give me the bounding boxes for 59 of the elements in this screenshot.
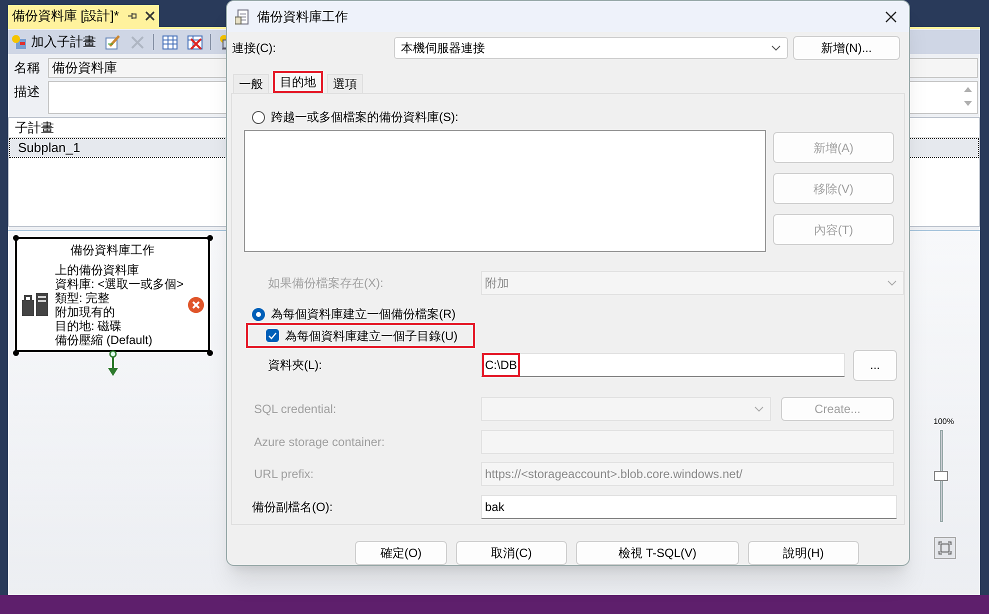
tab[interactable]: 選項	[327, 74, 363, 93]
task-title: 備份資料庫工作	[70, 242, 156, 259]
add-subplan-button[interactable]: 加入子計畫	[10, 32, 97, 52]
field-label: 如果備份檔案存在(X):	[268, 275, 384, 292]
field-label: Azure storage container:	[254, 434, 386, 451]
zoom-thumb[interactable]	[934, 471, 948, 481]
pin-icon	[126, 11, 137, 21]
field-label: 資料夾(L):	[268, 357, 323, 374]
checkbox-label: 為每個資料庫建立一個子目錄(U)	[285, 328, 458, 344]
delete-icon	[129, 34, 146, 50]
document-tab[interactable]: 備份資料庫 [設計]*	[8, 5, 159, 27]
new-connection-button[interactable]: 新增(N)...	[793, 36, 900, 60]
task-detail: 附加現有的	[55, 305, 116, 319]
connection-label: 連接(C):	[232, 40, 277, 57]
resize-handle[interactable]	[13, 235, 19, 241]
cancel-button[interactable]: 取消(C)	[456, 541, 567, 565]
name-label: 名稱	[13, 59, 41, 78]
window-title: 備份資料庫工作	[257, 8, 348, 26]
fit-icon	[938, 541, 952, 555]
connection-dropdown[interactable]: 本機伺服器連接	[394, 37, 788, 59]
task-detail: 資料庫: <選取一或多個>	[55, 277, 184, 291]
chevron-down-icon	[771, 45, 781, 51]
zoom-label: 100%	[934, 416, 954, 428]
calendar-delete-icon	[186, 34, 203, 50]
chevron-down-icon	[887, 280, 897, 286]
document-icon	[235, 8, 249, 24]
task-detail: 上的備份資料庫	[55, 263, 140, 277]
help-button[interactable]: 說明(H)	[748, 541, 859, 565]
chevron-down-icon	[754, 406, 764, 412]
task-detail: 備份壓縮 (Default)	[55, 333, 154, 347]
radio-button[interactable]	[252, 308, 265, 320]
zoom-track[interactable]	[934, 430, 948, 522]
add-subplan-icon	[11, 34, 28, 50]
view-tsql-button[interactable]: 檢視 T-SQL(V)	[576, 541, 739, 565]
field-label: SQL credential:	[254, 401, 338, 418]
resize-handle[interactable]	[207, 235, 213, 241]
browse-button[interactable]: ...	[853, 350, 897, 380]
description-label: 描述	[13, 83, 41, 101]
extension-field[interactable]: bak	[481, 495, 897, 519]
field-label: 備份副檔名(O):	[252, 499, 334, 516]
tab[interactable]: 目的地	[273, 71, 323, 93]
task-detail: 類型: 完整	[55, 291, 111, 305]
ok-button[interactable]: 確定(O)	[355, 541, 447, 565]
radio-label: 為每個資料庫建立一個備份檔案(R)	[271, 306, 456, 323]
task-detail: 目的地: 磁碟	[55, 319, 123, 333]
close-icon	[885, 10, 897, 22]
folder-field[interactable]: C:\DB	[481, 353, 845, 377]
resize-handle[interactable]	[13, 350, 19, 356]
fit-button[interactable]	[934, 537, 956, 559]
calendar-icon	[161, 34, 178, 50]
edit-icon	[104, 34, 121, 50]
file-list[interactable]	[244, 130, 766, 252]
tab[interactable]: 一般	[233, 74, 269, 93]
checkbox[interactable]	[266, 329, 279, 342]
resize-handle[interactable]	[207, 350, 213, 356]
task-node[interactable]: 備份資料庫工作 上的備份資料庫 資料庫: <選取一或多個> 類型: 完整 附加現有的 目的地: 磁碟 備份壓縮 (Default)	[15, 237, 210, 352]
field-label: URL prefix:	[254, 466, 315, 483]
radio-button[interactable]	[252, 110, 265, 124]
close-icon	[144, 11, 155, 21]
